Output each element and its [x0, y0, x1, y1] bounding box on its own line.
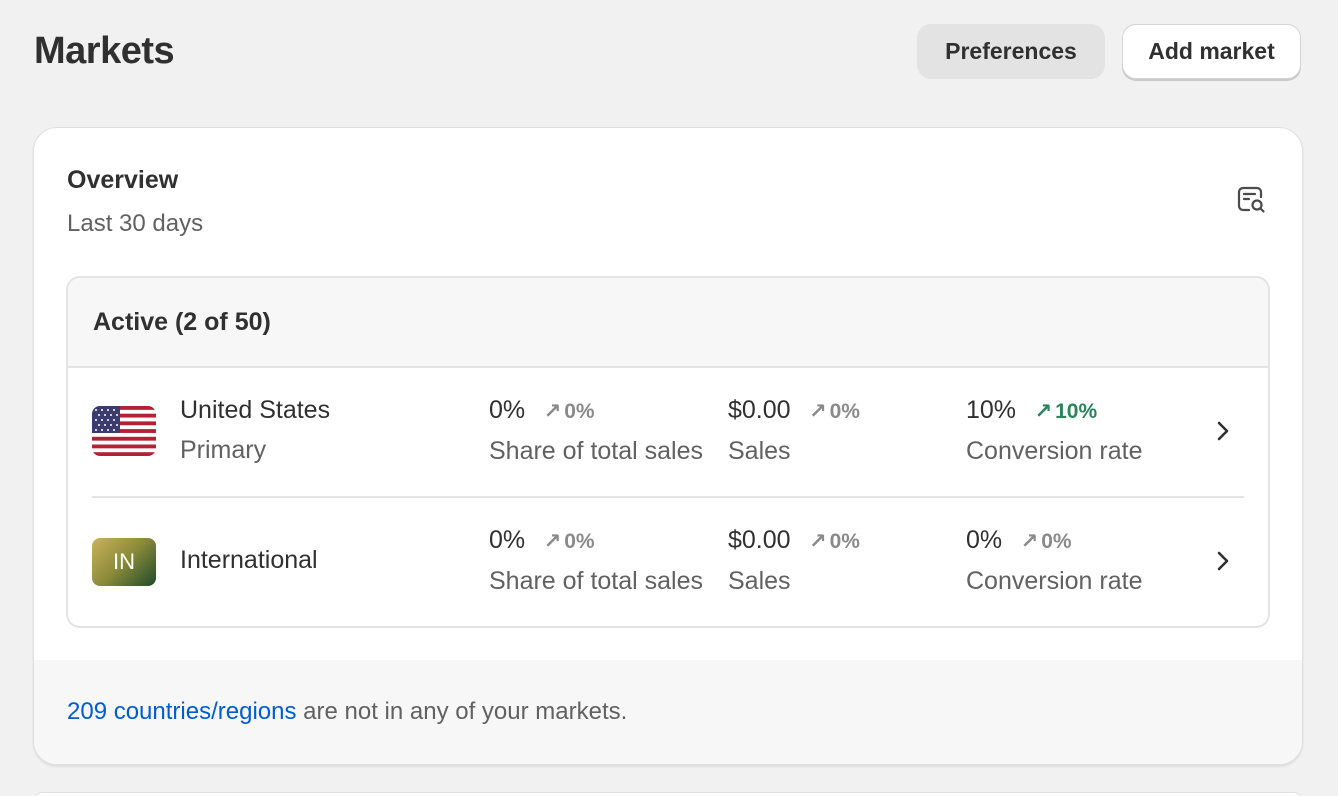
share-metric: 0% ↗ 0% Share of total sales	[489, 396, 704, 466]
market-badge: IN	[92, 538, 156, 586]
arrow-up-right-icon: ↗	[1020, 530, 1039, 553]
share-change: ↗ 0%	[543, 399, 595, 424]
conversion-value: 0%	[966, 526, 1003, 554]
sales-metric: $0.00 ↗ 0% Sales	[728, 396, 943, 466]
chevron-right-icon[interactable]	[1212, 546, 1234, 576]
share-change: ↗ 0%	[543, 529, 595, 554]
sales-change: ↗ 0%	[809, 529, 860, 554]
conversion-label: Conversion rate	[966, 567, 1143, 595]
arrow-up-right-icon: ↗	[809, 530, 827, 553]
share-value: 0%	[489, 396, 526, 424]
chart-search-icon[interactable]	[1235, 183, 1267, 215]
market-row-united-states[interactable]: United States Primary 0% ↗ 0% Share of to…	[68, 368, 1268, 496]
active-markets-heading: Active (2 of 50)	[93, 308, 271, 336]
arrow-up-right-icon: ↗	[543, 400, 562, 423]
next-card	[33, 792, 1303, 796]
overview-period: Last 30 days	[67, 210, 204, 237]
arrow-up-right-icon: ↗	[1034, 400, 1053, 423]
conversion-metric: 10% ↗ 10% Conversion rate	[966, 396, 1181, 466]
sales-value: $0.00	[728, 526, 791, 554]
card-footer: 209 countries/regions are not in any of …	[34, 660, 1302, 764]
preferences-button[interactable]: Preferences	[917, 24, 1105, 79]
arrow-up-right-icon: ↗	[543, 530, 562, 553]
overview-card: Overview Last 30 days Active (2 of 50) U…	[33, 127, 1303, 765]
sales-value: $0.00	[728, 396, 791, 424]
add-market-button[interactable]: Add market	[1122, 24, 1301, 79]
conversion-metric: 0% ↗ 0% Conversion rate	[966, 526, 1181, 596]
page-title: Markets	[34, 30, 175, 72]
unassigned-regions-text: are not in any of your markets.	[296, 698, 628, 725]
countries-regions-link[interactable]: 209 countries/regions	[67, 698, 296, 725]
conversion-label: Conversion rate	[966, 437, 1143, 465]
active-markets-header: Active (2 of 50)	[68, 278, 1268, 368]
market-subtitle: Primary	[180, 436, 267, 464]
overview-title: Overview	[67, 166, 179, 194]
arrow-up-right-icon: ↗	[809, 400, 827, 423]
sales-label: Sales	[728, 567, 791, 595]
unassigned-regions-note: 209 countries/regions are not in any of …	[67, 698, 627, 726]
market-row-international[interactable]: IN International 0% ↗ 0% Share of total s…	[68, 498, 1268, 626]
share-label: Share of total sales	[489, 567, 704, 595]
share-value: 0%	[489, 526, 526, 554]
market-name: United States	[180, 396, 331, 424]
conversion-change: ↗ 0%	[1020, 529, 1072, 554]
sales-label: Sales	[728, 437, 791, 465]
conversion-value: 10%	[966, 396, 1017, 424]
active-markets-table: Active (2 of 50) United States Primary 0…	[66, 276, 1270, 628]
sales-metric: $0.00 ↗ 0% Sales	[728, 526, 943, 596]
us-flag-icon	[92, 406, 156, 456]
chevron-right-icon[interactable]	[1212, 416, 1234, 446]
market-name: International	[180, 546, 318, 574]
sales-change: ↗ 0%	[809, 399, 860, 424]
conversion-change: ↗ 10%	[1034, 399, 1098, 424]
share-metric: 0% ↗ 0% Share of total sales	[489, 526, 704, 596]
share-label: Share of total sales	[489, 437, 704, 465]
